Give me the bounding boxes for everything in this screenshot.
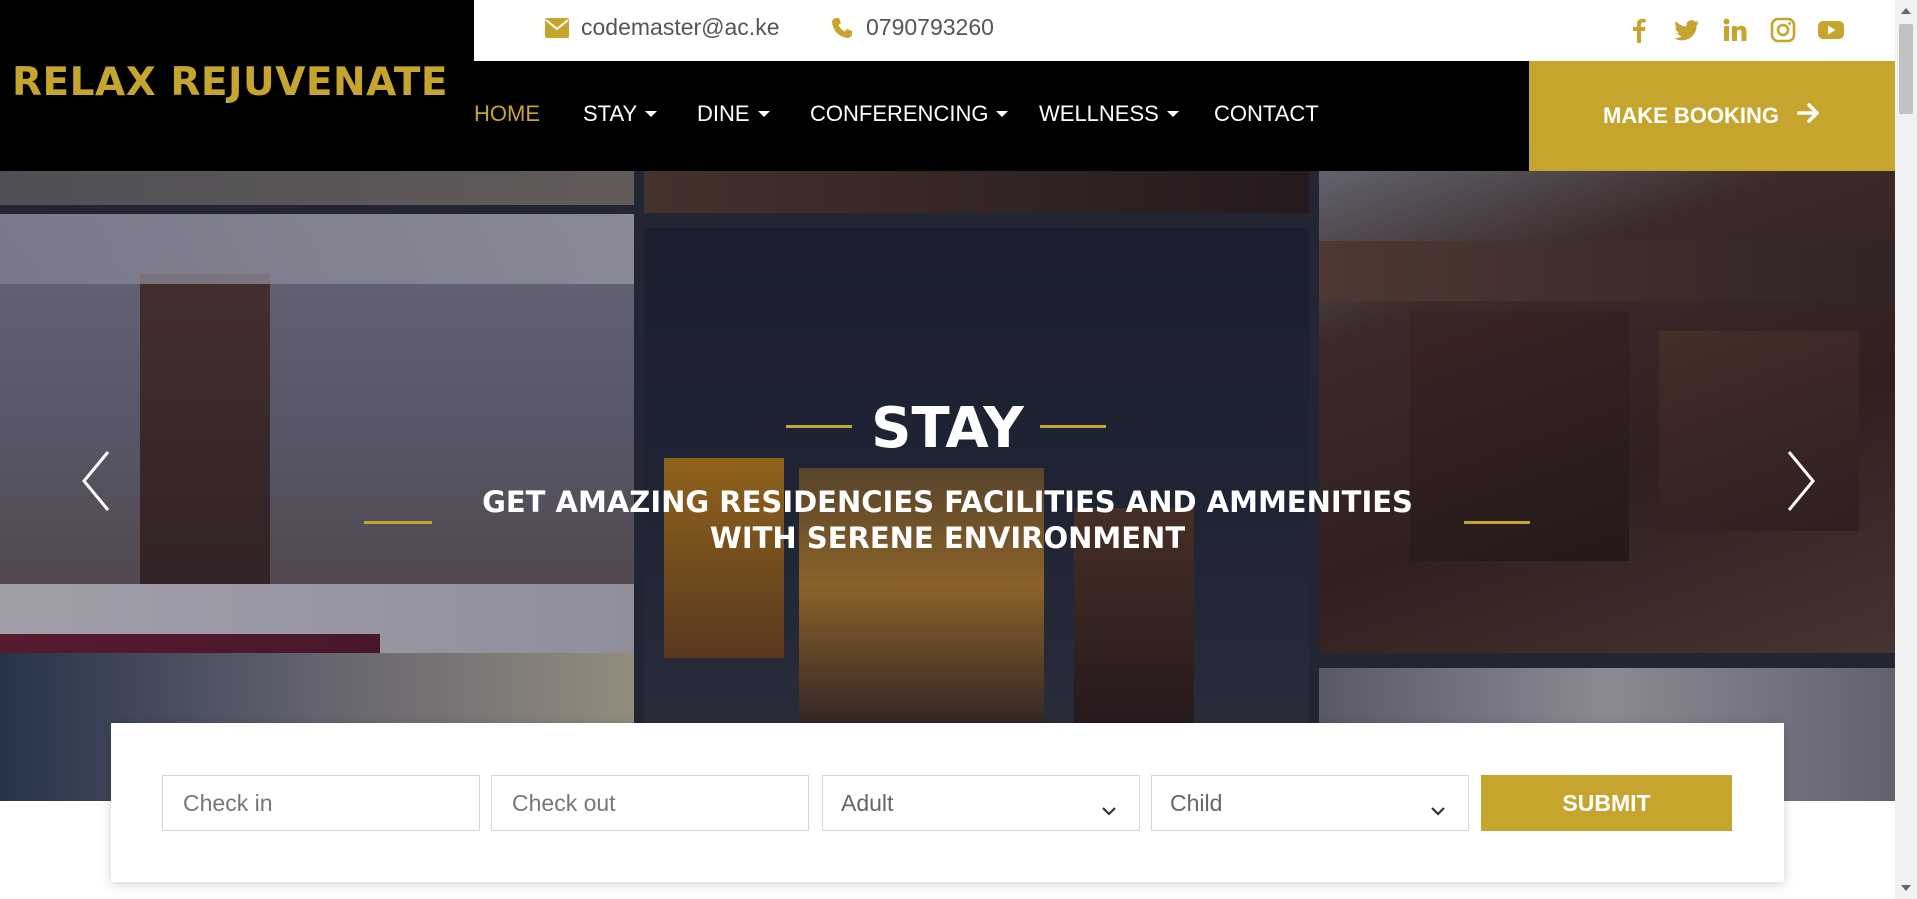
carousel-prev-button[interactable]	[76, 446, 116, 516]
facebook-icon[interactable]	[1625, 16, 1653, 44]
chevron-down-icon	[1166, 111, 1179, 117]
hero-subtitle-line-1: GET AMAZING RESIDENCIES FACILITIES AND A…	[482, 485, 1413, 519]
hero-subtitle: GET AMAZING RESIDENCIES FACILITIES AND A…	[0, 484, 1895, 556]
submit-button[interactable]: SUBMIT	[1481, 775, 1732, 831]
scrollbar[interactable]	[1895, 0, 1917, 899]
hero-carousel: STAY GET AMAZING RESIDENCIES FACILITIES …	[0, 171, 1895, 801]
brand-logo[interactable]: RELAX REJUVENATE	[12, 60, 448, 105]
adult-select[interactable]: Adult	[822, 775, 1140, 831]
nav-wellness[interactable]: WELLNESS	[1039, 101, 1179, 127]
hero-title: STAY	[871, 396, 1024, 461]
carousel-next-button[interactable]	[1781, 446, 1821, 516]
nav-home[interactable]: HOME	[474, 101, 540, 127]
social-links	[1625, 16, 1845, 44]
checkout-input[interactable]	[510, 788, 808, 818]
phone-text: 0790793260	[866, 14, 994, 40]
chevron-down-icon	[1101, 796, 1117, 823]
linkedin-icon[interactable]	[1721, 16, 1749, 44]
checkout-field[interactable]	[491, 775, 809, 831]
chevron-left-icon	[82, 451, 110, 511]
booking-form: Adult Child SUBMIT	[111, 723, 1784, 882]
envelope-icon	[545, 17, 569, 38]
nav-stay[interactable]: STAY	[583, 101, 658, 127]
scroll-thumb[interactable]	[1899, 24, 1913, 114]
nav-dine[interactable]: DINE	[697, 101, 770, 127]
chevron-right-icon	[1787, 451, 1815, 511]
phone-contact[interactable]: 0790793260	[830, 14, 994, 41]
checkin-field[interactable]	[162, 775, 480, 831]
hero-subtitle-line-2: WITH SERENE ENVIRONMENT	[709, 521, 1186, 555]
chevron-down-icon	[645, 111, 658, 117]
nav-conferencing[interactable]: CONFERENCING	[810, 101, 1009, 127]
main-nav: HOME STAY DINE CONFERENCING WELLNESS CON…	[474, 61, 1529, 171]
chevron-down-icon	[757, 111, 770, 117]
logo-area: RELAX REJUVENATE	[0, 0, 474, 171]
chevron-down-icon	[996, 111, 1009, 117]
instagram-icon[interactable]	[1769, 16, 1797, 44]
make-booking-button[interactable]: MAKE BOOKING	[1529, 61, 1895, 171]
top-bar: codemaster@ac.ke 0790793260	[474, 0, 1917, 62]
child-select[interactable]: Child	[1151, 775, 1469, 831]
chevron-down-icon	[1430, 796, 1446, 823]
youtube-icon[interactable]	[1817, 16, 1845, 44]
scroll-down-arrow-icon[interactable]	[1901, 885, 1911, 891]
arrow-right-icon	[1797, 102, 1821, 130]
nav-contact[interactable]: CONTACT	[1214, 101, 1319, 127]
scroll-up-arrow-icon[interactable]	[1901, 8, 1911, 14]
twitter-icon[interactable]	[1673, 16, 1701, 44]
phone-icon	[830, 16, 854, 40]
child-select-value: Child	[1170, 789, 1223, 816]
adult-select-value: Adult	[841, 789, 894, 816]
checkin-input[interactable]	[181, 788, 479, 818]
email-text: codemaster@ac.ke	[581, 14, 780, 40]
email-contact[interactable]: codemaster@ac.ke	[545, 14, 780, 41]
